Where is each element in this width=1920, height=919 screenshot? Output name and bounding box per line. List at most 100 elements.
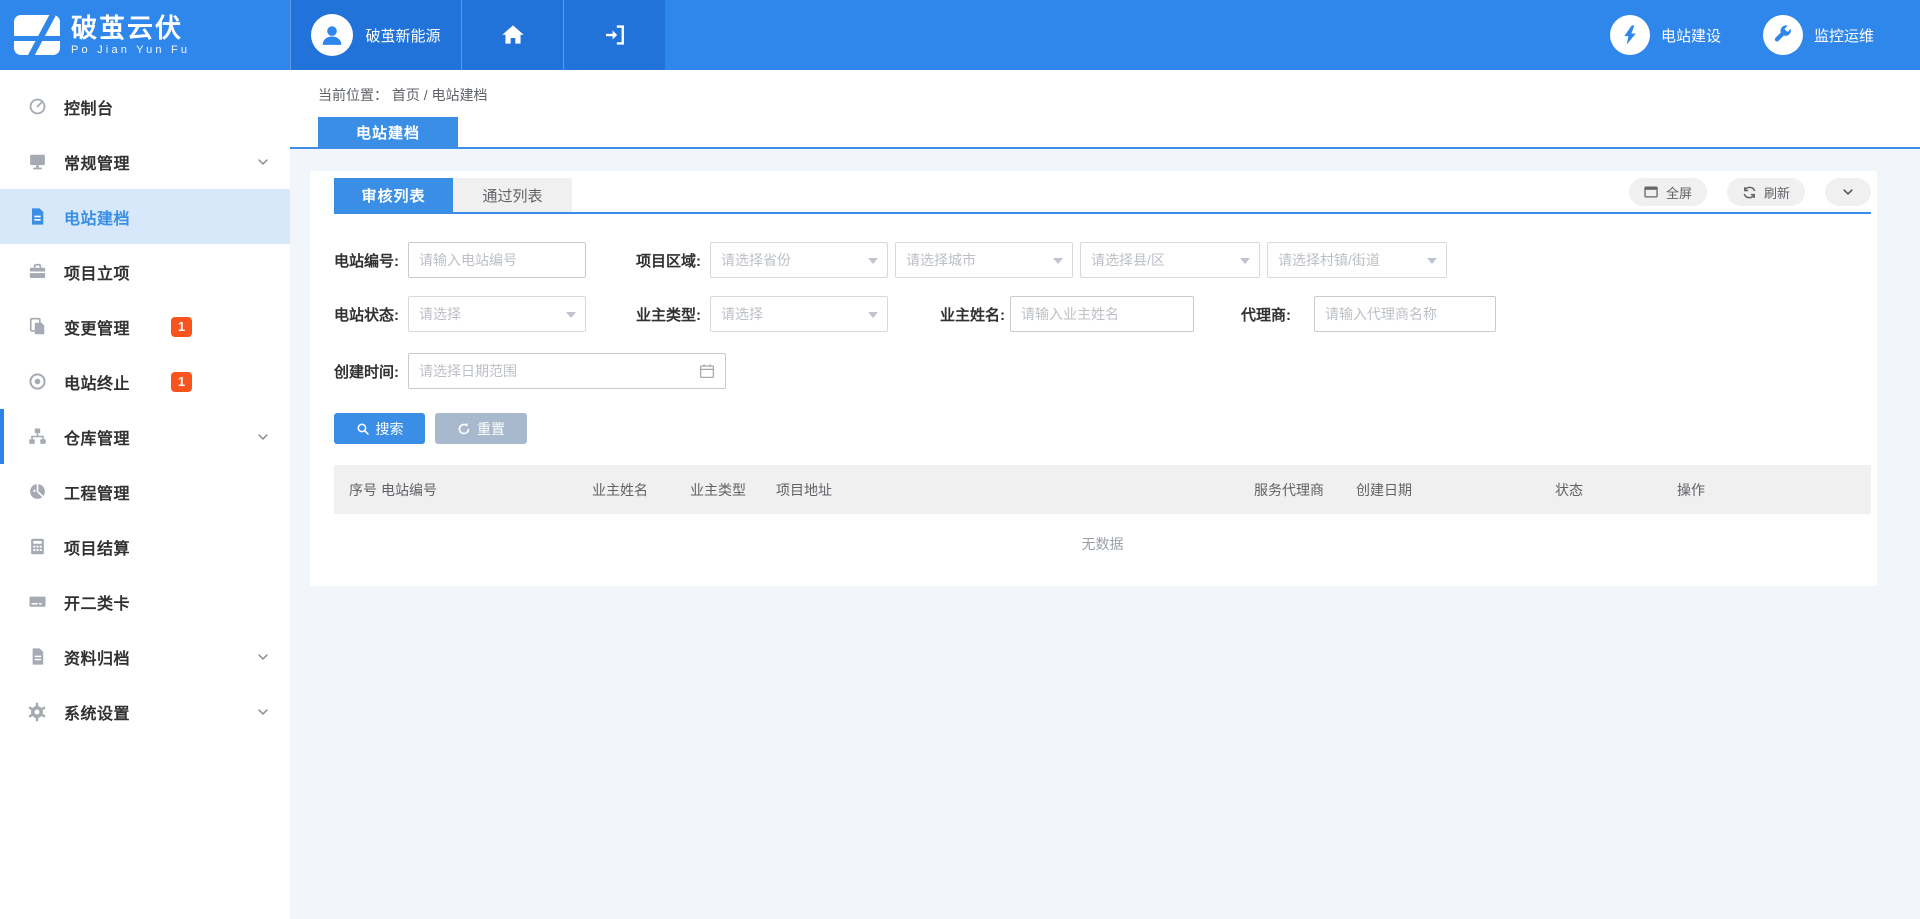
sidebar-item-label: 开二类卡 bbox=[64, 590, 130, 614]
home-button[interactable] bbox=[461, 0, 563, 70]
panel-tabs-bar: 审核列表 通过列表 全屏 刷新 bbox=[334, 171, 1871, 214]
copy-icon bbox=[26, 317, 48, 337]
breadcrumb-bar: 当前位置： 首页 / 电站建档 电站建档 bbox=[290, 70, 1920, 149]
sidebar-item-label: 电站建档 bbox=[64, 205, 130, 229]
lightning-icon bbox=[1610, 15, 1650, 55]
owner-name-input[interactable] bbox=[1010, 296, 1194, 332]
sidebar-item-label: 项目立项 bbox=[64, 260, 130, 284]
station-status-select[interactable]: 请选择 bbox=[408, 296, 586, 332]
top-header: 破茧云伏 Po Jian Yun Fu 破茧新能源 bbox=[0, 0, 1920, 70]
caret-down-icon bbox=[566, 312, 576, 318]
brand-logo-icon bbox=[14, 15, 60, 55]
town-select[interactable]: 请选择村镇/街道 bbox=[1267, 242, 1447, 278]
collapse-button[interactable] bbox=[1825, 178, 1871, 206]
column-header: 业主姓名 bbox=[592, 480, 690, 500]
sidebar-item-label: 项目结算 bbox=[64, 535, 130, 559]
city-select[interactable]: 请选择城市 bbox=[895, 242, 1073, 278]
station-no-input[interactable] bbox=[408, 242, 586, 278]
dashboard-icon bbox=[26, 97, 48, 117]
column-header: 序号 bbox=[334, 480, 381, 500]
pie-chart-icon bbox=[26, 482, 48, 502]
sidebar-item-change-mgmt[interactable]: 变更管理 1 bbox=[0, 299, 290, 354]
refresh-button[interactable]: 刷新 bbox=[1727, 178, 1805, 206]
sidebar-item-engineering-mgmt[interactable]: 工程管理 bbox=[0, 464, 290, 519]
owner-type-select[interactable]: 请选择 bbox=[710, 296, 888, 332]
document-icon bbox=[26, 207, 48, 227]
brand-title: 破茧云伏 bbox=[71, 15, 190, 41]
filter-row-2: 电站状态: 请选择 业主类型: 请选择 业主姓名: 代理商: bbox=[334, 296, 1871, 332]
breadcrumb: 当前位置： 首页 / 电站建档 bbox=[290, 70, 1920, 105]
reset-button[interactable]: 重置 bbox=[435, 413, 527, 444]
brand-logo: 破茧云伏 Po Jian Yun Fu bbox=[0, 0, 290, 70]
panel-tools: 全屏 刷新 bbox=[1629, 178, 1871, 206]
sidebar-item-station-termination[interactable]: 电站终止 1 bbox=[0, 354, 290, 409]
sidebar-item-console[interactable]: 控制台 bbox=[0, 79, 290, 134]
file-icon bbox=[26, 647, 48, 667]
sidebar-item-project-settlement[interactable]: 项目结算 bbox=[0, 519, 290, 574]
column-header: 电站编号 bbox=[381, 480, 592, 500]
module-station-build[interactable]: 电站建设 bbox=[1610, 15, 1721, 55]
sidebar-item-data-archive[interactable]: 资料归档 bbox=[0, 629, 290, 684]
refresh-label: 刷新 bbox=[1764, 183, 1790, 202]
date-range-value: 请选择日期范围 bbox=[419, 361, 517, 381]
filter-label-station-status: 电站状态: bbox=[334, 304, 408, 325]
filter-row-1: 电站编号: 项目区域: 请选择省份 请选择城市 请选择县/区 请选择村镇/街道 bbox=[334, 242, 1871, 278]
caret-down-icon bbox=[868, 312, 878, 318]
sidebar-item-label: 变更管理 bbox=[64, 315, 130, 339]
caret-down-icon bbox=[1427, 258, 1437, 264]
tab-passed-list[interactable]: 通过列表 bbox=[453, 178, 572, 212]
filter-actions: 搜索 重置 bbox=[334, 413, 1871, 444]
page-tab-station-archive[interactable]: 电站建档 bbox=[318, 117, 458, 147]
briefcase-icon bbox=[26, 262, 48, 282]
sidebar-item-project-initiation[interactable]: 项目立项 bbox=[0, 244, 290, 299]
filter-label-station-no: 电站编号: bbox=[334, 250, 408, 271]
fullscreen-icon bbox=[1644, 186, 1659, 199]
user-menu[interactable]: 破茧新能源 bbox=[290, 0, 461, 70]
sidebar-item-general-mgmt[interactable]: 常规管理 bbox=[0, 134, 290, 189]
caret-down-icon bbox=[868, 258, 878, 264]
notification-badge: 1 bbox=[171, 372, 192, 392]
calculator-icon bbox=[26, 537, 48, 557]
table-header-row: 序号 电站编号 业主姓名 业主类型 项目地址 服务代理商 创建日期 状态 操作 bbox=[334, 465, 1871, 514]
fullscreen-label: 全屏 bbox=[1666, 183, 1692, 202]
sidebar-item-label: 电站终止 bbox=[64, 370, 130, 394]
brand-text: 破茧云伏 Po Jian Yun Fu bbox=[71, 15, 190, 56]
brand-subtitle: Po Jian Yun Fu bbox=[71, 45, 190, 56]
chevron-down-icon bbox=[256, 650, 270, 664]
sidebar-item-station-archive[interactable]: 电站建档 bbox=[0, 189, 290, 244]
sidebar-item-system-settings[interactable]: 系统设置 bbox=[0, 684, 290, 739]
county-select[interactable]: 请选择县/区 bbox=[1080, 242, 1260, 278]
caret-down-icon bbox=[1053, 258, 1063, 264]
card-icon bbox=[26, 592, 48, 612]
city-select-value: 请选择城市 bbox=[906, 250, 976, 270]
logout-button[interactable] bbox=[563, 0, 665, 70]
search-button[interactable]: 搜索 bbox=[334, 413, 425, 444]
column-header: 项目地址 bbox=[776, 480, 1254, 500]
module-monitor-ops[interactable]: 监控运维 bbox=[1763, 15, 1874, 55]
sidebar-item-warehouse-mgmt[interactable]: 仓库管理 bbox=[0, 409, 290, 464]
column-header: 业主类型 bbox=[690, 480, 776, 500]
sidebar-item-label: 仓库管理 bbox=[64, 425, 130, 449]
reset-icon bbox=[457, 422, 471, 436]
user-avatar-icon bbox=[311, 14, 353, 56]
search-icon bbox=[356, 422, 370, 436]
chevron-down-icon bbox=[256, 430, 270, 444]
county-select-value: 请选择县/区 bbox=[1091, 250, 1165, 270]
filter-label-owner-type: 业主类型: bbox=[636, 304, 710, 325]
sidebar-item-label: 常规管理 bbox=[64, 150, 130, 174]
sitemap-icon bbox=[26, 427, 48, 447]
gear-icon bbox=[26, 702, 48, 722]
results-table: 序号 电站编号 业主姓名 业主类型 项目地址 服务代理商 创建日期 状态 操作 … bbox=[334, 465, 1871, 588]
filter-label-owner-name: 业主姓名: bbox=[940, 304, 1010, 325]
agent-input[interactable] bbox=[1314, 296, 1496, 332]
fullscreen-button[interactable]: 全屏 bbox=[1629, 178, 1707, 206]
search-button-label: 搜索 bbox=[376, 419, 404, 439]
date-range-picker[interactable]: 请选择日期范围 bbox=[408, 353, 726, 389]
chevron-down-icon bbox=[256, 705, 270, 719]
tab-review-list[interactable]: 审核列表 bbox=[334, 178, 453, 212]
province-select[interactable]: 请选择省份 bbox=[710, 242, 888, 278]
user-name: 破茧新能源 bbox=[365, 25, 440, 46]
refresh-icon bbox=[1742, 185, 1757, 200]
sidebar-item-open-class2-card[interactable]: 开二类卡 bbox=[0, 574, 290, 629]
reset-button-label: 重置 bbox=[477, 419, 505, 439]
